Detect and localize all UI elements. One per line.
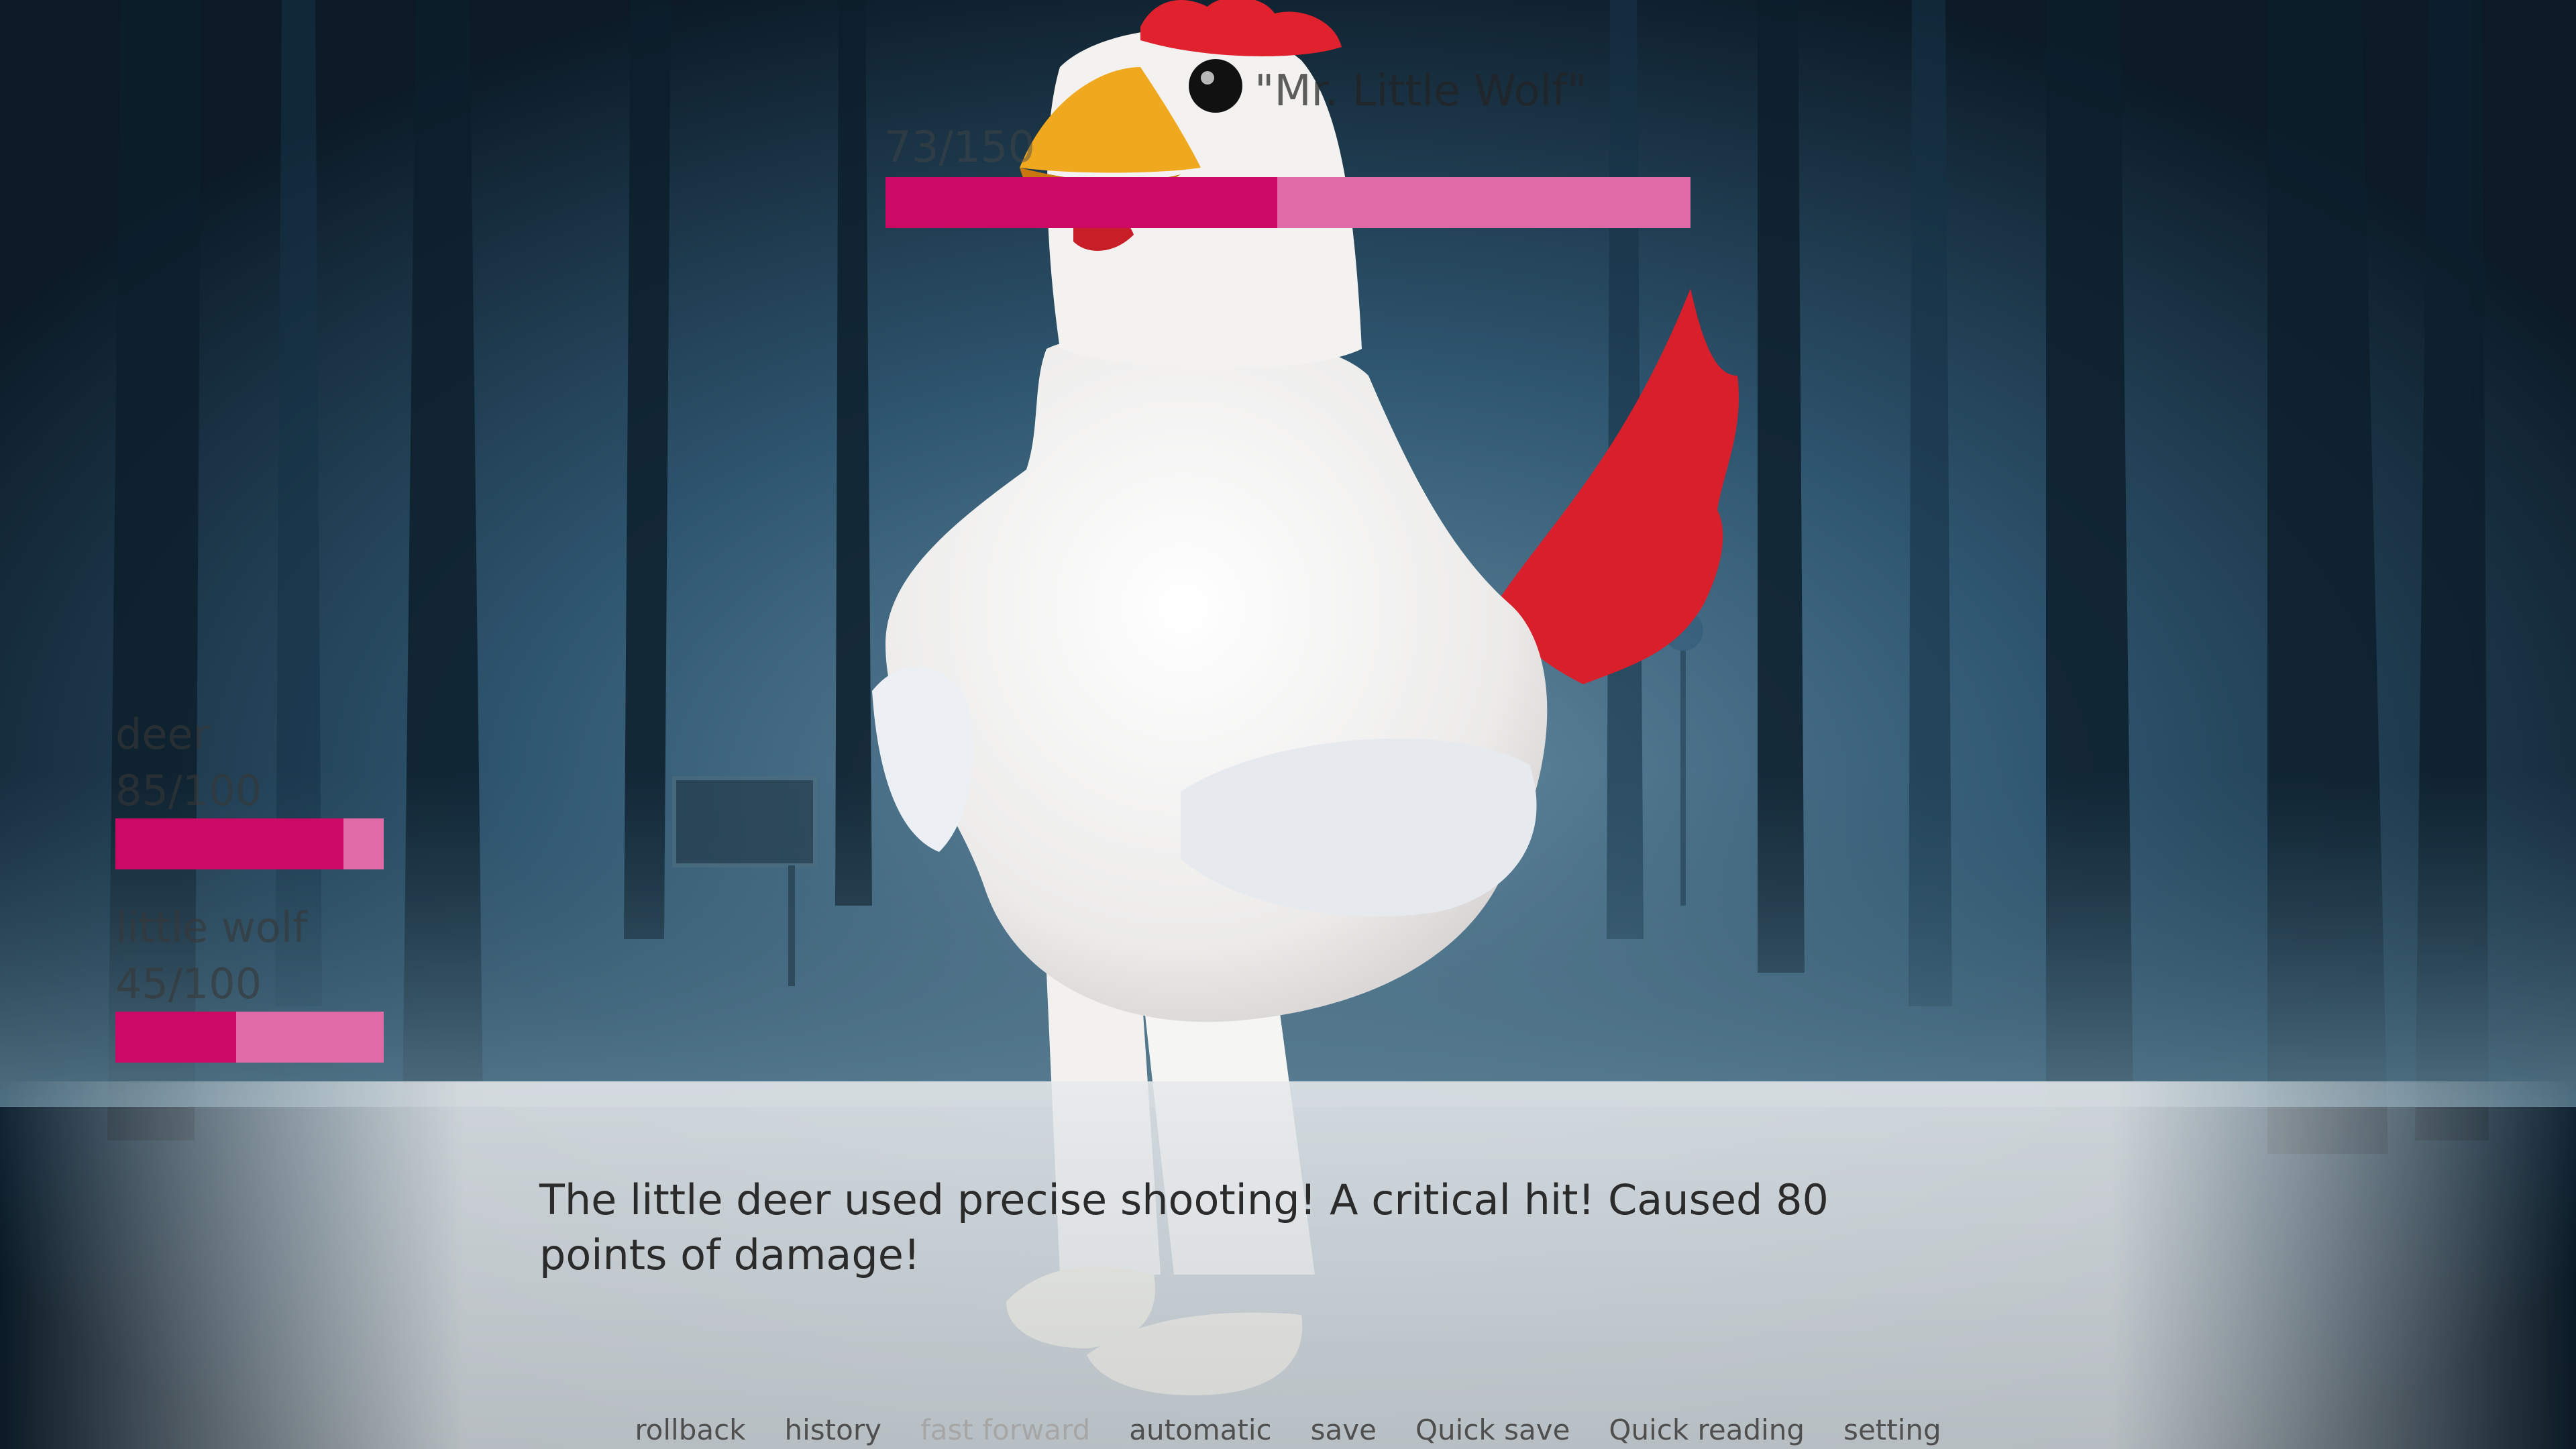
quick-save-button[interactable]: Quick save — [1415, 1411, 1570, 1449]
party-member-hp-text: 45/100 — [115, 959, 262, 1008]
party-member-hp-text: 85/100 — [115, 766, 262, 815]
quick-reading-button[interactable]: Quick reading — [1609, 1411, 1805, 1449]
party-member-name: little wolf — [115, 903, 307, 952]
party-member-hp-bar — [115, 1012, 384, 1063]
party-member-hp-bar — [115, 818, 384, 869]
quick-menu: rollback history fast forward automatic … — [0, 1411, 2576, 1449]
fast-forward-button[interactable]: fast forward — [920, 1411, 1090, 1449]
party-member-name: deer — [115, 710, 211, 759]
enemy-name: "Mr. Little Wolf" — [1254, 66, 1587, 116]
rollback-button[interactable]: rollback — [635, 1411, 745, 1449]
enemy-hp-bar-fill — [885, 177, 1278, 228]
setting-button[interactable]: setting — [1843, 1411, 1941, 1449]
party-member-hp-bar-fill — [115, 1012, 236, 1063]
enemy-hp-text: 73/150 — [884, 123, 1036, 172]
enemy-hp-bar — [885, 177, 1690, 228]
dialogue-text: The little deer used precise shooting! A… — [539, 1175, 1829, 1279]
party-member-hp-bar-fill — [115, 818, 343, 869]
history-button[interactable]: history — [785, 1411, 881, 1449]
save-button[interactable]: save — [1311, 1411, 1377, 1449]
automatic-button[interactable]: automatic — [1129, 1411, 1271, 1449]
